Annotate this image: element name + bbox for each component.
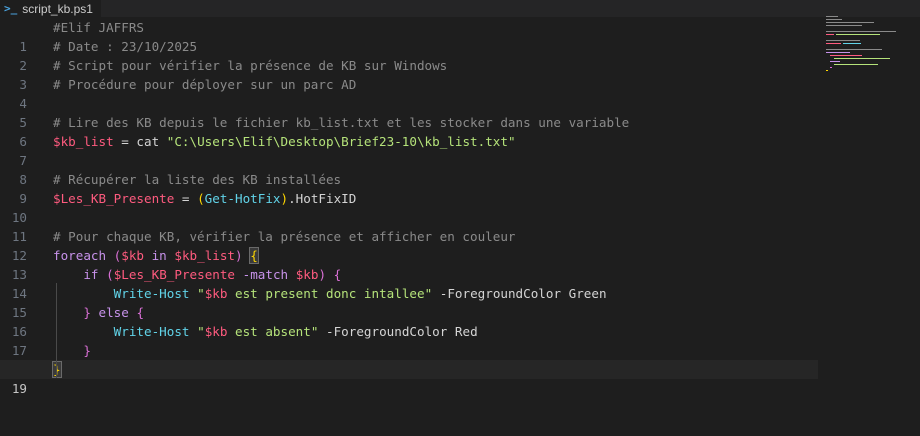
minimap-line bbox=[826, 25, 862, 26]
code-line-3: 3 # Script pour vérifier la présence de … bbox=[0, 56, 818, 92]
property-token: .HotFixID bbox=[288, 191, 357, 206]
keyword-token: else bbox=[90, 305, 137, 320]
code-line-9: 9 # Récupérer la liste des KB installées bbox=[0, 170, 818, 206]
minimap[interactable] bbox=[826, 14, 911, 74]
bracket-token: { bbox=[136, 305, 145, 320]
bracket-token: ) bbox=[235, 248, 243, 263]
operator-token: = bbox=[174, 191, 198, 206]
variable-token: $kb_list bbox=[174, 248, 236, 263]
code-line-7: 7 $kb_list = cat "C:\Users\Elif\Desktop\… bbox=[0, 132, 818, 168]
minimap-line bbox=[826, 31, 896, 32]
code-editor[interactable]: 1 #Elif JAFFRS 2 # Date : 23/10/2025 3 #… bbox=[0, 18, 920, 403]
minimap-line bbox=[836, 34, 880, 35]
minimap-line bbox=[826, 40, 860, 41]
comment: # Date : 23/10/2025 bbox=[53, 39, 198, 54]
bracket-token: } bbox=[83, 305, 91, 320]
keyword-token: foreach bbox=[53, 248, 107, 263]
bracket-token: ) bbox=[280, 191, 289, 206]
operator-token: = cat bbox=[113, 134, 167, 149]
code-line-2: 2 # Date : 23/10/2025 bbox=[0, 37, 818, 73]
minimap-line bbox=[830, 67, 832, 68]
variable-token: $kb bbox=[121, 248, 145, 263]
code-line-18: 18 } bbox=[0, 341, 818, 377]
comment: # Récupérer la liste des KB installées bbox=[53, 172, 342, 187]
minimap-line bbox=[826, 49, 882, 50]
code-line-6: 6 # Lire des KB depuis le fichier kb_lis… bbox=[0, 113, 818, 149]
minimap-line bbox=[826, 43, 841, 44]
comment: #Elif JAFFRS bbox=[53, 20, 144, 35]
minimap-line bbox=[834, 58, 890, 59]
minimap-line bbox=[826, 52, 850, 53]
code-line-17: 17 Write-Host "$kb est absent" -Foregrou… bbox=[0, 322, 818, 358]
code-line-10: 10 $Les_KB_Presente = (Get-HotFix).HotFi… bbox=[0, 189, 818, 225]
variable-token: $kb bbox=[204, 286, 228, 301]
code-line-8: 8 bbox=[0, 151, 818, 187]
minimap-line bbox=[826, 70, 828, 71]
comment: # Procédure pour déployer sur un parc AD bbox=[53, 77, 357, 92]
string-token: est absent" bbox=[227, 324, 319, 339]
code-line-5: 5 bbox=[0, 94, 818, 130]
minimap-line bbox=[843, 43, 861, 44]
tab-filename: script_kb.ps1 bbox=[22, 1, 93, 16]
variable-token: $Les_KB_Presente bbox=[53, 191, 175, 206]
minimap-line bbox=[834, 64, 878, 65]
command-token: Get-HotFix bbox=[204, 191, 281, 206]
tab-bar: >_ script_kb.ps1 bbox=[0, 0, 920, 17]
tab-script-kb[interactable]: >_ script_kb.ps1 bbox=[0, 0, 101, 17]
bracket-token: ( bbox=[197, 191, 205, 206]
keyword-token: if bbox=[83, 267, 99, 282]
bracket-token: } bbox=[83, 343, 91, 358]
matched-bracket: { bbox=[249, 247, 259, 264]
minimap-line bbox=[826, 16, 838, 17]
indent-guide bbox=[56, 283, 57, 378]
string-token: "C:\Users\Elif\Desktop\Brief23-10\kb_lis… bbox=[166, 134, 516, 149]
powershell-icon: >_ bbox=[4, 2, 18, 15]
code-line-13: 13 foreach ($kb in $kb_list) { bbox=[0, 246, 818, 282]
string-token: " bbox=[197, 324, 205, 339]
minimap-line bbox=[826, 34, 834, 35]
bracket-token: { bbox=[333, 267, 342, 282]
command-token: Write-Host bbox=[113, 324, 190, 339]
string-token: " bbox=[197, 286, 205, 301]
code-line-14: 14 if ($Les_KB_Presente -match $kb) { bbox=[0, 265, 818, 301]
command-token: Write-Host bbox=[113, 286, 190, 301]
bracket-token: ( bbox=[106, 267, 114, 282]
bracket-token: ) bbox=[318, 267, 327, 282]
comment: # Pour chaque KB, vérifier la présence e… bbox=[53, 229, 516, 244]
code-line-4: 4 # Procédure pour déployer sur un parc … bbox=[0, 75, 818, 111]
code-line-15: 15 Write-Host "$kb est present donc inta… bbox=[0, 284, 818, 320]
line-number: 19 bbox=[11, 381, 27, 396]
minimap-line bbox=[830, 55, 862, 56]
variable-token: $kb_list bbox=[53, 134, 114, 149]
variable-token: $Les_KB_Presente bbox=[113, 267, 236, 282]
minimap-line bbox=[826, 19, 842, 20]
code-line-12: 12 # Pour chaque KB, vérifier la présenc… bbox=[0, 227, 818, 263]
comment: # Lire des KB depuis le fichier kb_list.… bbox=[53, 115, 630, 130]
string-token: est present donc intallee" bbox=[227, 286, 433, 301]
code-line-19: 19 } bbox=[0, 360, 818, 396]
minimap-line bbox=[826, 22, 874, 23]
operator-token: -match bbox=[235, 267, 296, 282]
variable-token: $kb bbox=[295, 267, 319, 282]
minimap-line bbox=[830, 61, 840, 62]
code-line-11: 11 bbox=[0, 208, 818, 244]
keyword-token: in bbox=[144, 248, 175, 263]
comment: # Script pour vérifier la présence de KB… bbox=[53, 58, 448, 73]
parameter-token: -ForegroundColor Green bbox=[432, 286, 607, 301]
variable-token: $kb bbox=[204, 324, 228, 339]
code-line-1: 1 #Elif JAFFRS bbox=[0, 18, 818, 54]
parameter-token: -ForegroundColor Red bbox=[318, 324, 478, 339]
code-line-16: 16 } else { bbox=[0, 303, 818, 339]
